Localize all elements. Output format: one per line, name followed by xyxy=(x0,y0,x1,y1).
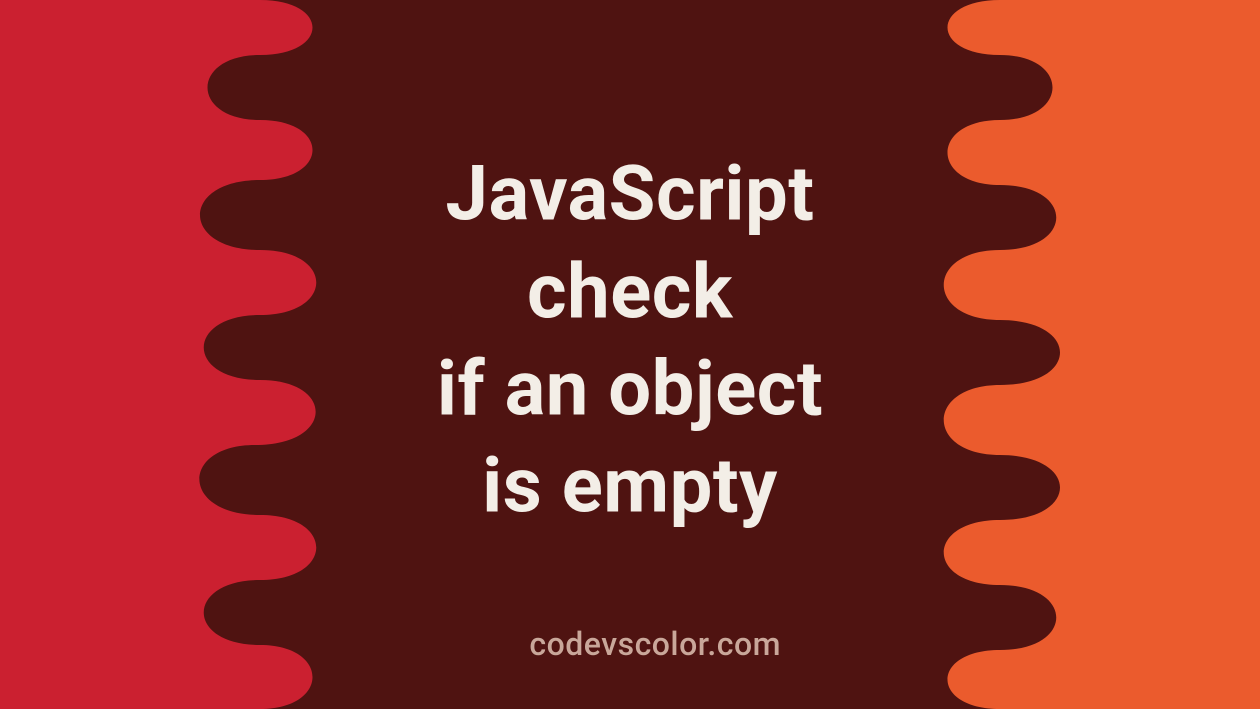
credit-text: codevscolor.com xyxy=(529,625,781,663)
title-line-4: is empty xyxy=(437,438,823,535)
banner-title: JavaScript check if an object is empty xyxy=(437,146,823,535)
title-line-1: JavaScript xyxy=(437,146,823,243)
title-line-2: check xyxy=(437,243,823,340)
title-line-3: if an object xyxy=(437,340,823,437)
hero-banner: JavaScript check if an object is empty c… xyxy=(0,0,1260,709)
